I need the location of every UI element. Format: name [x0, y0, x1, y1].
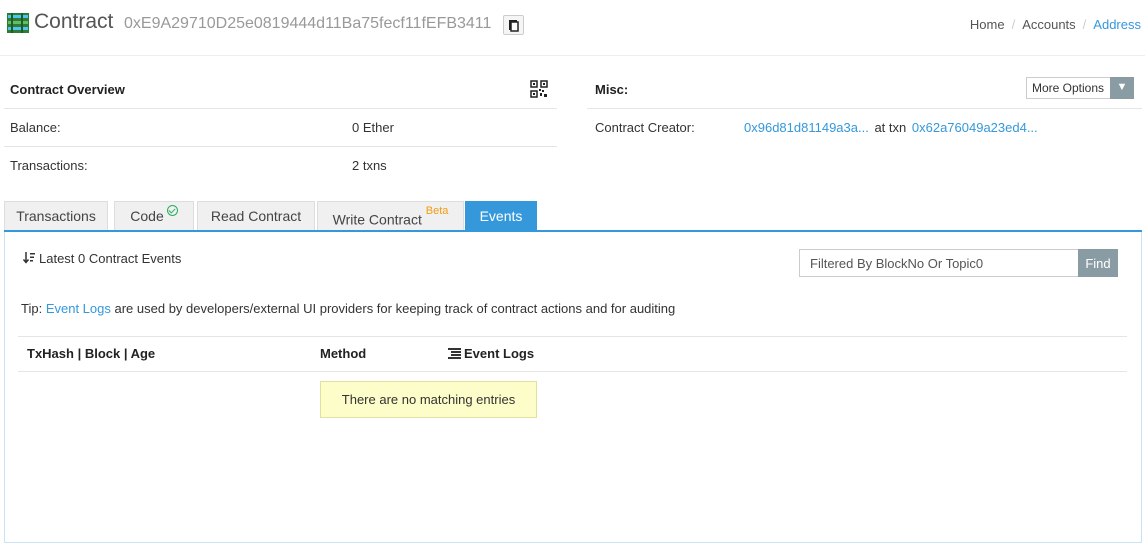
tip-text: Tip: Event Logs are used by developers/e…: [21, 301, 676, 316]
qr-code-icon[interactable]: [530, 80, 548, 98]
list-icon: [448, 348, 461, 359]
breadcrumb: Home / Accounts / Address: [969, 17, 1141, 32]
copy-address-button[interactable]: [503, 15, 524, 35]
more-options-dropdown[interactable]: More Options ▼: [1026, 77, 1134, 99]
creator-txn-link[interactable]: 0x62a76049a23ed4...: [912, 120, 1038, 135]
divider: [4, 146, 557, 147]
breadcrumb-accounts[interactable]: Accounts: [1022, 17, 1075, 32]
tab-write-contract[interactable]: Write Contract Beta: [317, 201, 464, 231]
column-header-method: Method: [320, 346, 367, 361]
transactions-label: Transactions:: [10, 158, 88, 173]
balance-value: 0 Ether: [352, 120, 394, 135]
more-options-label: More Options: [1032, 81, 1105, 95]
breadcrumb-address: Address: [1093, 17, 1141, 32]
divider: [587, 108, 1142, 109]
table-header-border: [18, 371, 1127, 372]
table-top-border: [18, 336, 1127, 337]
contract-icon: [7, 13, 29, 33]
overview-title: Contract Overview: [10, 82, 125, 97]
balance-label: Balance:: [10, 120, 61, 135]
event-logs-link[interactable]: Event Logs: [46, 301, 111, 316]
creator-address-link[interactable]: 0x96d81d81149a3a...: [744, 120, 869, 135]
verified-check-icon: [166, 205, 178, 216]
filter-input[interactable]: [799, 249, 1079, 277]
events-heading: Latest 0 Contract Events: [23, 251, 181, 266]
misc-title: Misc:: [595, 82, 629, 97]
transactions-value: 2 txns: [352, 158, 387, 173]
at-txn-text: at txn: [874, 120, 907, 135]
chevron-down-icon: ▼: [1110, 77, 1134, 99]
column-header-txhash: TxHash | Block | Age: [27, 346, 156, 361]
copy-icon: [509, 20, 519, 32]
beta-badge: Beta: [425, 205, 449, 217]
breadcrumb-home[interactable]: Home: [970, 17, 1005, 32]
page-header: Contract 0xE9A29710D25e0819444d11Ba75fec…: [0, 0, 1145, 56]
divider: [4, 108, 557, 109]
contract-creator-label: Contract Creator:: [595, 120, 695, 135]
sort-icon: [23, 252, 35, 264]
tab-read-contract[interactable]: Read Contract: [197, 201, 315, 231]
tab-transactions[interactable]: Transactions: [4, 201, 108, 231]
column-header-event-logs: Event Logs: [448, 346, 534, 361]
find-button[interactable]: Find: [1078, 249, 1118, 277]
page-title: Contract: [34, 10, 114, 33]
tab-events[interactable]: Events: [465, 201, 537, 231]
events-panel: [4, 232, 1142, 543]
contract-address: 0xE9A29710D25e0819444d11Ba75fecf11fEFB34…: [124, 15, 492, 32]
empty-table-message: There are no matching entries: [320, 381, 537, 418]
tab-code[interactable]: Code: [114, 201, 194, 231]
